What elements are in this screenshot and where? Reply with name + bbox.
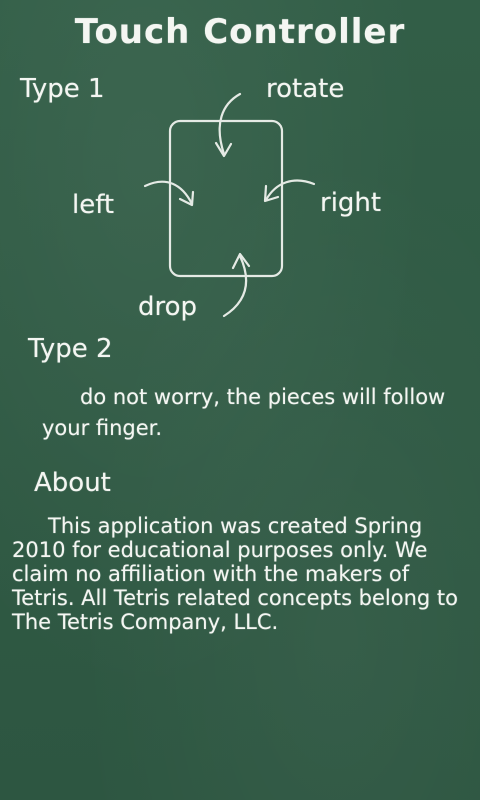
type2-heading: Type 2 — [28, 334, 113, 364]
type2-description: do not worry, the pieces will follow you… — [42, 385, 446, 440]
right-arrow-icon — [264, 179, 316, 202]
about-heading: About — [34, 468, 111, 498]
about-text: This application was created Spring 2010… — [12, 514, 459, 634]
